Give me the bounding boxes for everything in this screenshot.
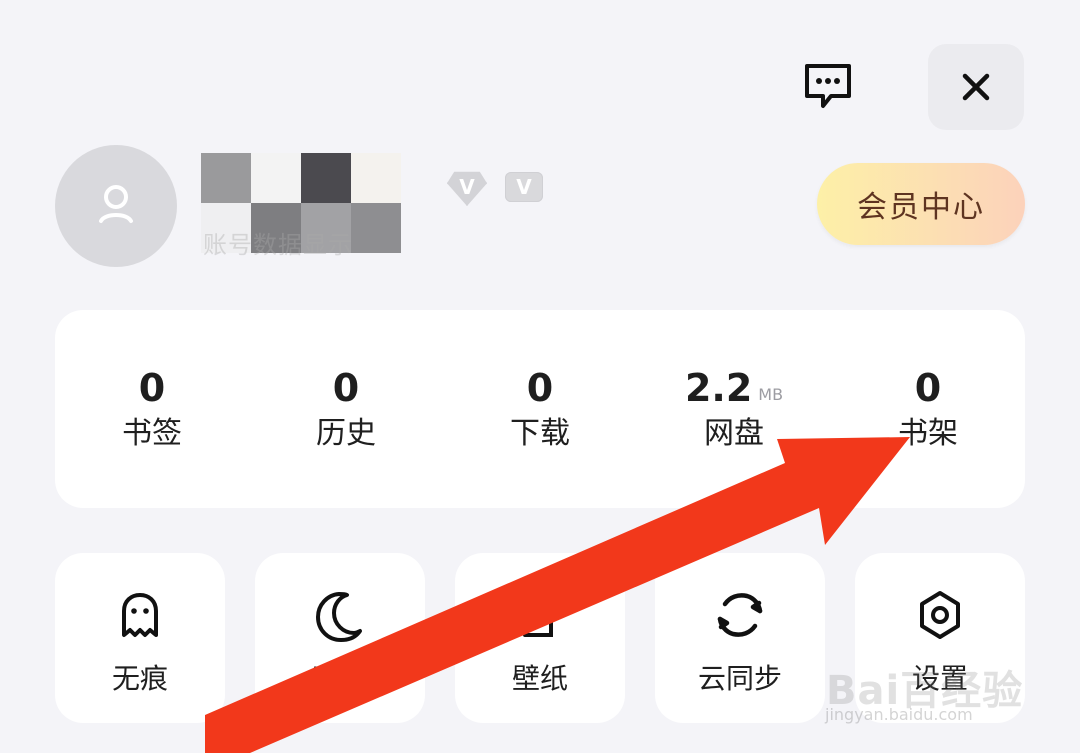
stat-value: 0 <box>915 369 941 407</box>
stat-label: 书签 <box>122 416 182 451</box>
wallpaper-icon <box>508 583 572 647</box>
quick-label: 暗夜 <box>311 662 368 695</box>
user-icon <box>99 185 133 223</box>
quick-night[interactable]: 暗夜 <box>255 553 425 723</box>
stat-value: 2.2 MB <box>685 369 783 407</box>
stat-number: 0 <box>526 366 554 410</box>
close-icon <box>962 73 990 101</box>
quick-incognito[interactable]: 无痕 <box>55 553 225 723</box>
quick-label: 无痕 <box>111 662 168 695</box>
stat-bookmarks[interactable]: 0 书签 <box>55 310 249 508</box>
vip-badges: V V <box>447 168 543 206</box>
member-center-label: 会员中心 <box>857 190 985 225</box>
stat-label: 下载 <box>510 416 570 451</box>
message-button[interactable] <box>798 57 858 117</box>
moon-icon <box>308 583 372 647</box>
stat-unit: MB <box>758 385 784 404</box>
stat-value: 0 <box>139 369 165 407</box>
settings-icon <box>908 583 972 647</box>
profile-section: 账号数据显示 V V 会员中心 <box>55 145 1025 270</box>
vip-badge: V <box>505 172 543 202</box>
quick-wallpaper[interactable]: 壁纸 <box>455 553 625 723</box>
stat-label: 书架 <box>898 416 958 451</box>
watermark-url: jingyan.baidu.com <box>825 705 973 724</box>
message-icon <box>805 64 851 108</box>
sync-icon <box>708 583 772 647</box>
quick-label: 云同步 <box>697 662 782 695</box>
account-hint: 账号数据显示 <box>203 231 353 259</box>
stat-number: 2.2 <box>684 366 753 410</box>
stat-label: 网盘 <box>704 416 764 451</box>
stat-number: 0 <box>332 366 360 410</box>
stat-cloud-disk[interactable]: 2.2 MB 网盘 <box>637 310 831 508</box>
stat-downloads[interactable]: 0 下载 <box>443 310 637 508</box>
quick-label: 壁纸 <box>511 662 568 695</box>
badge-label: V <box>516 175 532 199</box>
badge-label: V <box>459 175 475 199</box>
stat-label: 历史 <box>316 416 376 451</box>
close-button[interactable] <box>928 44 1024 130</box>
stat-number: 0 <box>914 366 942 410</box>
stat-bookshelf[interactable]: 0 书架 <box>831 310 1025 508</box>
quick-cloud-sync[interactable]: 云同步 <box>655 553 825 723</box>
stat-history[interactable]: 0 历史 <box>249 310 443 508</box>
member-center-button[interactable]: 会员中心 <box>817 163 1025 245</box>
avatar[interactable] <box>55 145 177 267</box>
stat-number: 0 <box>138 366 166 410</box>
top-actions <box>798 44 1024 130</box>
diamond-badge: V <box>447 171 487 206</box>
stats-card: 0 书签 0 历史 0 下载 2.2 MB 网盘 0 书架 <box>55 310 1025 508</box>
stat-value: 0 <box>333 369 359 407</box>
stat-value: 0 <box>527 369 553 407</box>
ghost-icon <box>108 583 172 647</box>
